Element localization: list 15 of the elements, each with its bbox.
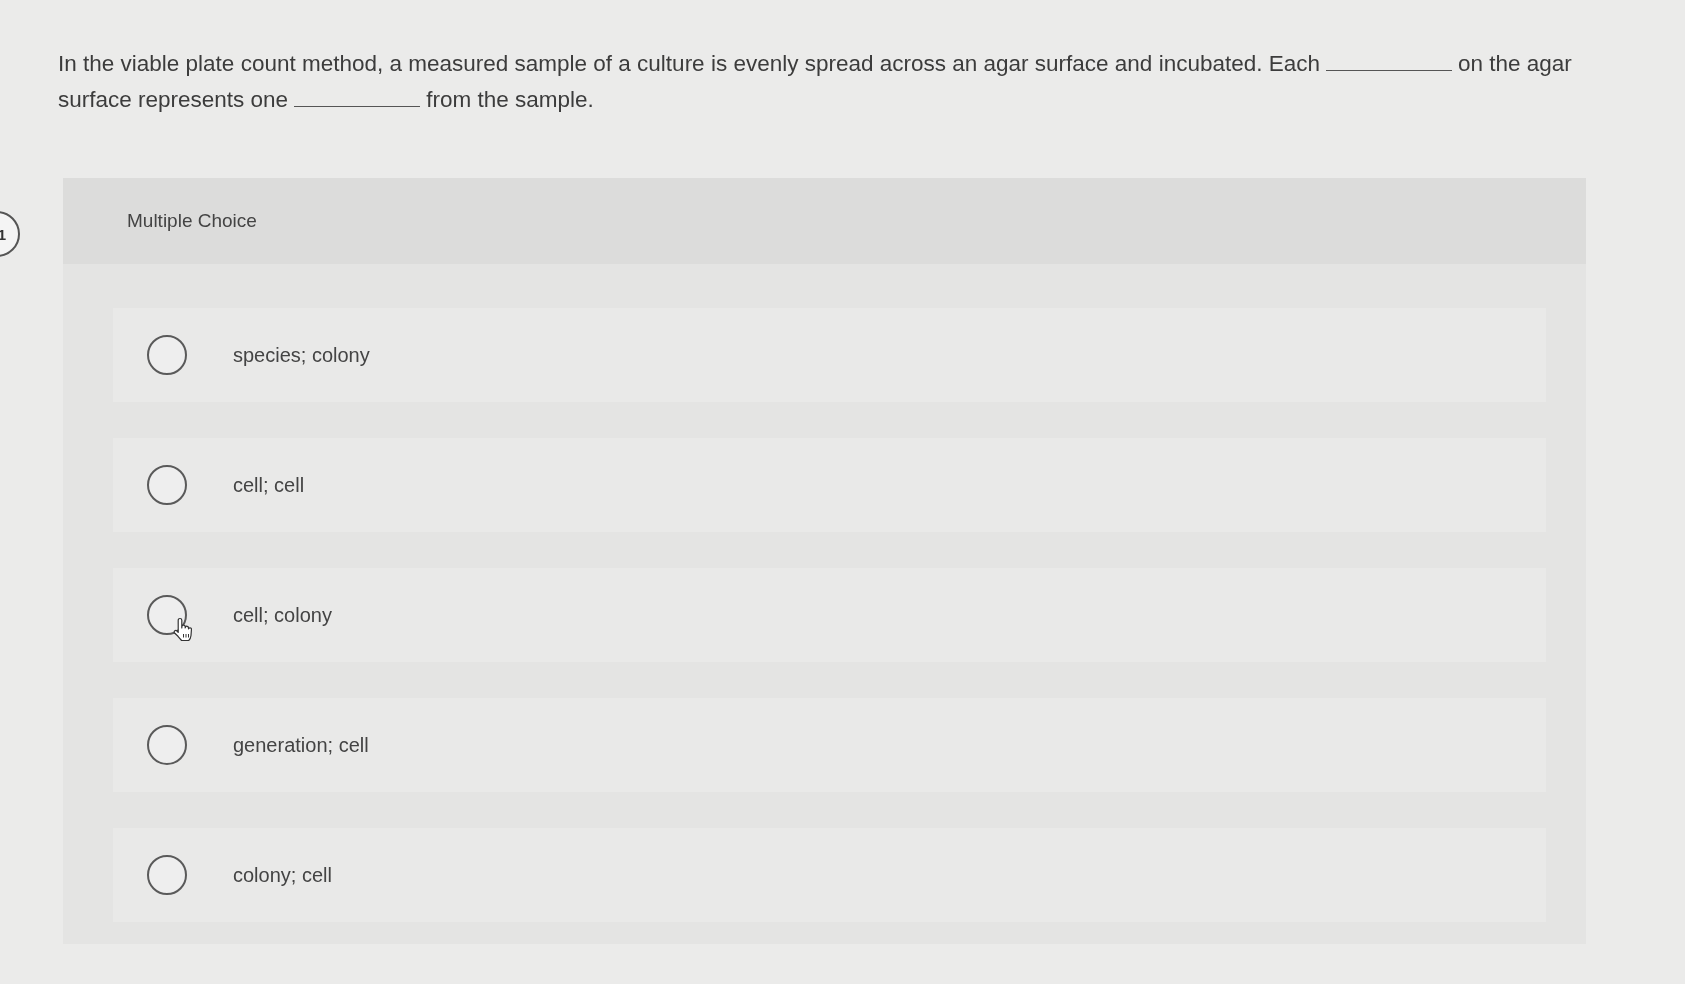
option-label[interactable]: generation; cell — [233, 733, 369, 757]
option-label[interactable]: cell; colony — [233, 603, 332, 627]
panel-title: Multiple Choice — [127, 210, 257, 232]
option-label[interactable]: cell; cell — [233, 473, 305, 497]
radio-button[interactable] — [147, 465, 187, 505]
radio-button[interactable] — [147, 335, 187, 375]
option-label[interactable]: species; colony — [233, 343, 370, 367]
question-text: In the viable plate count method, a measured sample of a culture is evenly spread across an agar surface and incubated. Each — [58, 50, 1320, 78]
radio-button[interactable] — [147, 595, 187, 635]
question-text: on the agar — [1458, 50, 1572, 78]
question-text: from the sample. — [426, 86, 594, 114]
question-text: surface represents one — [58, 86, 289, 114]
radio-button[interactable] — [147, 725, 187, 765]
option-label[interactable]: colony; cell — [233, 863, 332, 887]
radio-button[interactable] — [147, 855, 187, 895]
